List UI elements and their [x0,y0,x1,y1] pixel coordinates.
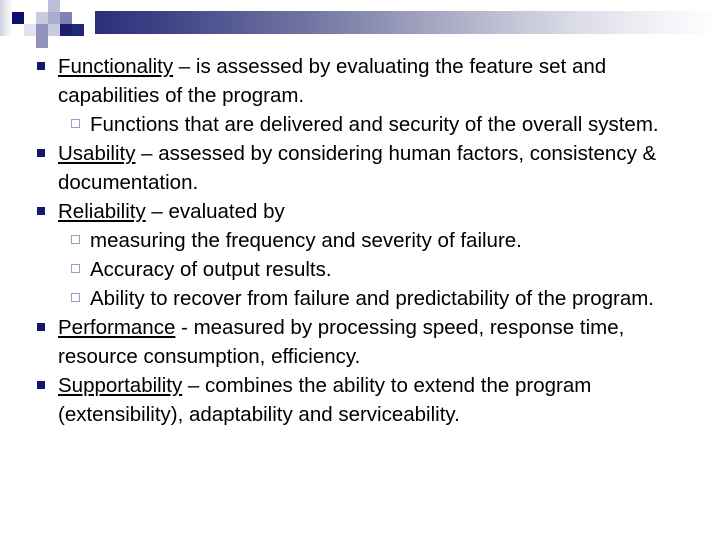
deco-square [48,12,60,24]
bullet-term: Performance [58,316,176,339]
bullet-term: Supportability [58,374,183,397]
deco-square [48,36,60,48]
deco-square [0,0,12,36]
deco-square [12,12,24,24]
header-gradient-bar [95,11,720,34]
deco-square [24,36,36,48]
bullet-item-level2: Ability to recover from failure and pred… [0,284,720,313]
slide-header-decoration [0,0,720,52]
bullet-item-level2: Accuracy of output results. [0,255,720,284]
bullet-item-level2: measuring the frequency and severity of … [0,226,720,255]
bullet-term: Reliability [58,200,146,223]
deco-square [60,0,72,12]
bullet-item-level1: Performance - measured by processing spe… [0,313,720,371]
bullet-text: measuring the frequency and severity of … [90,229,522,252]
bullet-term: Usability [58,142,136,165]
bullet-term: Functionality [58,55,174,78]
deco-square [60,12,72,24]
bullet-item-level1: Reliability – evaluated by [0,197,720,226]
bullet-item-level1: Usability – assessed by considering huma… [0,139,720,197]
deco-square [36,36,48,48]
deco-square [36,24,48,36]
filled-square-bullet-icon [37,207,45,215]
deco-square [72,24,84,36]
deco-square [24,12,36,24]
deco-square [36,0,48,12]
hollow-square-bullet-icon [71,119,80,128]
deco-square [48,24,60,36]
bullet-text: Accuracy of output results. [90,258,332,281]
filled-square-bullet-icon [37,323,45,331]
deco-square [60,24,72,36]
filled-square-bullet-icon [37,149,45,157]
bullet-item-level1: Functionality – is assessed by evaluatin… [0,52,720,110]
deco-square [12,24,24,36]
deco-square [36,12,48,24]
deco-square [60,36,72,48]
bullet-item-level1: Supportability – combines the ability to… [0,371,720,429]
bullet-item-level2: Functions that are delivered and securit… [0,110,720,139]
deco-square [24,24,36,36]
bullet-text: – assessed by considering human factors,… [58,142,657,194]
hollow-square-bullet-icon [71,235,80,244]
bullet-text: Ability to recover from failure and pred… [90,287,655,310]
hollow-square-bullet-icon [71,264,80,273]
deco-square [48,0,60,12]
bullet-text: – evaluated by [145,200,285,223]
bullet-text: Functions that are delivered and securit… [90,113,659,136]
filled-square-bullet-icon [37,62,45,70]
slide-body-bullet-list: Functionality – is assessed by evaluatin… [0,52,720,429]
slide: Functionality – is assessed by evaluatin… [0,0,720,540]
hollow-square-bullet-icon [71,293,80,302]
filled-square-bullet-icon [37,381,45,389]
deco-square [12,0,24,12]
